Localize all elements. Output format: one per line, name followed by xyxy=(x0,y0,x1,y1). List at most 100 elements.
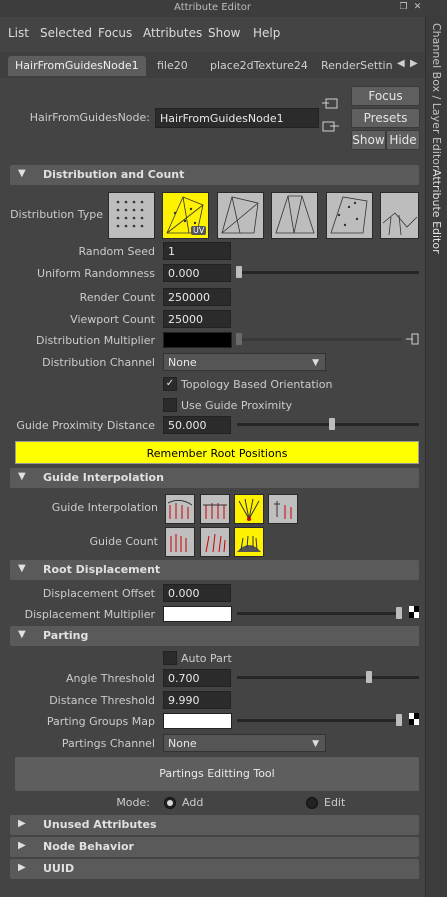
distribution-channel-label: Distribution Channel xyxy=(42,356,155,369)
distance-threshold-field[interactable]: 9.990 xyxy=(163,691,231,709)
render-count-label: Render Count xyxy=(79,291,155,304)
collapse-arrow-icon: ▼ xyxy=(18,563,26,574)
mode-edit-radio[interactable] xyxy=(306,797,318,809)
guide-proximity-distance-label: Guide Proximity Distance xyxy=(16,419,155,432)
distribution-multiplier-slider[interactable] xyxy=(237,338,402,341)
partings-channel-dropdown[interactable]: None ▼ xyxy=(163,734,326,752)
input-connection-icon[interactable] xyxy=(322,97,340,111)
guide-proximity-slider[interactable] xyxy=(237,423,419,426)
dropdown-value: None xyxy=(168,356,197,369)
displacement-multiplier-slider[interactable] xyxy=(237,612,402,615)
attribute-editor-tab[interactable]: Attribute Editor xyxy=(430,169,443,254)
interp-barycentric-icon[interactable] xyxy=(200,494,230,524)
dist-guide-icon[interactable] xyxy=(380,192,419,239)
interp-point-icon[interactable] xyxy=(268,494,298,524)
dist-vertex-icon[interactable] xyxy=(271,192,318,239)
uv-badge: UV xyxy=(191,226,207,235)
angle-threshold-label: Angle Threshold xyxy=(65,672,155,685)
section-node-behavior[interactable]: ▶ Node Behavior xyxy=(10,837,419,857)
interp-radial-icon[interactable] xyxy=(234,494,264,524)
menu-attributes[interactable]: Attributes xyxy=(143,26,202,40)
random-seed-field[interactable]: 1 xyxy=(163,242,231,260)
distribution-multiplier-label: Distribution Multiplier xyxy=(36,334,155,347)
auto-part-checkbox[interactable] xyxy=(163,651,177,665)
angle-threshold-slider[interactable] xyxy=(237,676,419,679)
collapse-arrow-icon: ▼ xyxy=(18,629,26,640)
presets-button[interactable]: Presets xyxy=(351,108,420,128)
section-title: Distribution and Count xyxy=(43,168,185,181)
section-unused-attributes[interactable]: ▶ Unused Attributes xyxy=(10,815,419,835)
dist-face-icon[interactable] xyxy=(217,192,264,239)
guide-proximity-slider-handle[interactable] xyxy=(329,418,335,430)
render-count-field[interactable]: 250000 xyxy=(163,288,231,306)
tab-hairfromguides[interactable]: HairFromGuidesNode1 xyxy=(8,56,146,76)
interp-linear-icon[interactable] xyxy=(165,494,195,524)
menu-list[interactable]: List xyxy=(8,26,29,40)
uniform-randomness-slider[interactable] xyxy=(237,271,419,274)
distance-threshold-label: Distance Threshold xyxy=(49,694,155,707)
mode-label: Mode: xyxy=(116,796,150,809)
node-name-field[interactable]: HairFromGuidesNode1 xyxy=(155,108,319,128)
focus-button[interactable]: Focus xyxy=(351,86,420,106)
section-uuid[interactable]: ▶ UUID xyxy=(10,859,419,879)
dist-uv-icon[interactable]: UV xyxy=(162,192,209,239)
menu-selected[interactable]: Selected xyxy=(40,26,92,40)
tab-place2dtexture[interactable]: place2dTexture24 xyxy=(203,56,315,76)
partings-editing-tool-button[interactable]: Partings Editting Tool xyxy=(15,757,419,791)
distribution-multiplier-swatch[interactable] xyxy=(163,332,232,348)
title-bar: Attribute Editor ❐ ✕ xyxy=(0,0,447,18)
checker-map-icon[interactable] xyxy=(409,713,419,725)
section-root-displacement[interactable]: ▼ Root Displacement xyxy=(10,560,419,580)
displacement-offset-field[interactable]: 0.000 xyxy=(163,584,231,602)
displacement-multiplier-label: Displacement Multiplier xyxy=(24,608,155,621)
count-many-icon[interactable] xyxy=(234,527,264,557)
float-icon[interactable]: ❐ xyxy=(398,2,409,13)
use-guide-proximity-label: Use Guide Proximity xyxy=(181,399,293,412)
remember-root-positions-button[interactable]: Remember Root Positions xyxy=(15,441,419,464)
mode-add-label: Add xyxy=(182,796,204,809)
hide-button[interactable]: Hide xyxy=(386,130,420,150)
menu-focus[interactable]: Focus xyxy=(98,26,132,40)
parting-groups-map-slider[interactable] xyxy=(237,719,402,722)
distribution-channel-dropdown[interactable]: None ▼ xyxy=(163,353,326,371)
dist-random-icon[interactable] xyxy=(326,192,373,239)
uniform-randomness-slider-handle[interactable] xyxy=(236,266,242,278)
tab-scroll-right-icon[interactable]: ▶ xyxy=(410,58,418,69)
output-connection-icon[interactable] xyxy=(322,120,340,134)
topology-orientation-label: Topology Based Orientation xyxy=(181,378,333,391)
expand-arrow-icon: ▶ xyxy=(18,862,26,873)
angle-threshold-slider-handle[interactable] xyxy=(366,671,372,683)
dist-grid-icon[interactable] xyxy=(108,192,155,239)
tab-rendersettings[interactable]: RenderSettin xyxy=(314,56,402,76)
mode-edit-label: Edit xyxy=(324,796,346,809)
menu-help[interactable]: Help xyxy=(253,26,280,40)
channel-box-tab[interactable]: Channel Box / Layer Editor xyxy=(430,23,443,170)
menu-show[interactable]: Show xyxy=(208,26,240,40)
distribution-multiplier-slider-handle[interactable] xyxy=(236,333,242,345)
tab-scroll-left-icon[interactable]: ◀ xyxy=(397,58,405,69)
parting-groups-map-swatch[interactable] xyxy=(163,713,232,729)
checker-map-icon[interactable] xyxy=(409,606,419,618)
use-guide-proximity-checkbox[interactable] xyxy=(163,398,177,412)
section-guide-interpolation[interactable]: ▼ Guide Interpolation xyxy=(10,468,419,488)
close-icon[interactable]: ✕ xyxy=(412,2,423,13)
parting-groups-map-slider-handle[interactable] xyxy=(396,714,402,726)
angle-threshold-field[interactable]: 0.700 xyxy=(163,669,231,687)
uniform-randomness-field[interactable]: 0.000 xyxy=(163,264,231,282)
count-one-icon[interactable] xyxy=(165,527,195,557)
count-two-icon[interactable] xyxy=(200,527,230,557)
show-button[interactable]: Show xyxy=(351,130,386,150)
section-parting[interactable]: ▼ Parting xyxy=(10,626,419,646)
section-title: Root Displacement xyxy=(43,563,161,576)
viewport-count-field[interactable]: 25000 xyxy=(163,310,231,328)
auto-part-label: Auto Part xyxy=(181,652,232,665)
displacement-multiplier-slider-handle[interactable] xyxy=(396,607,402,619)
guide-proximity-distance-field[interactable]: 50.000 xyxy=(163,416,231,434)
node-name-label: HairFromGuidesNode: xyxy=(29,111,150,124)
mode-add-radio[interactable] xyxy=(164,797,176,809)
map-connect-icon[interactable] xyxy=(406,333,419,345)
topology-orientation-checkbox[interactable]: ✓ xyxy=(163,377,177,391)
section-distribution[interactable]: ▼ Distribution and Count xyxy=(10,165,419,185)
tab-file20[interactable]: file20 xyxy=(150,56,195,76)
displacement-multiplier-swatch[interactable] xyxy=(163,606,232,622)
